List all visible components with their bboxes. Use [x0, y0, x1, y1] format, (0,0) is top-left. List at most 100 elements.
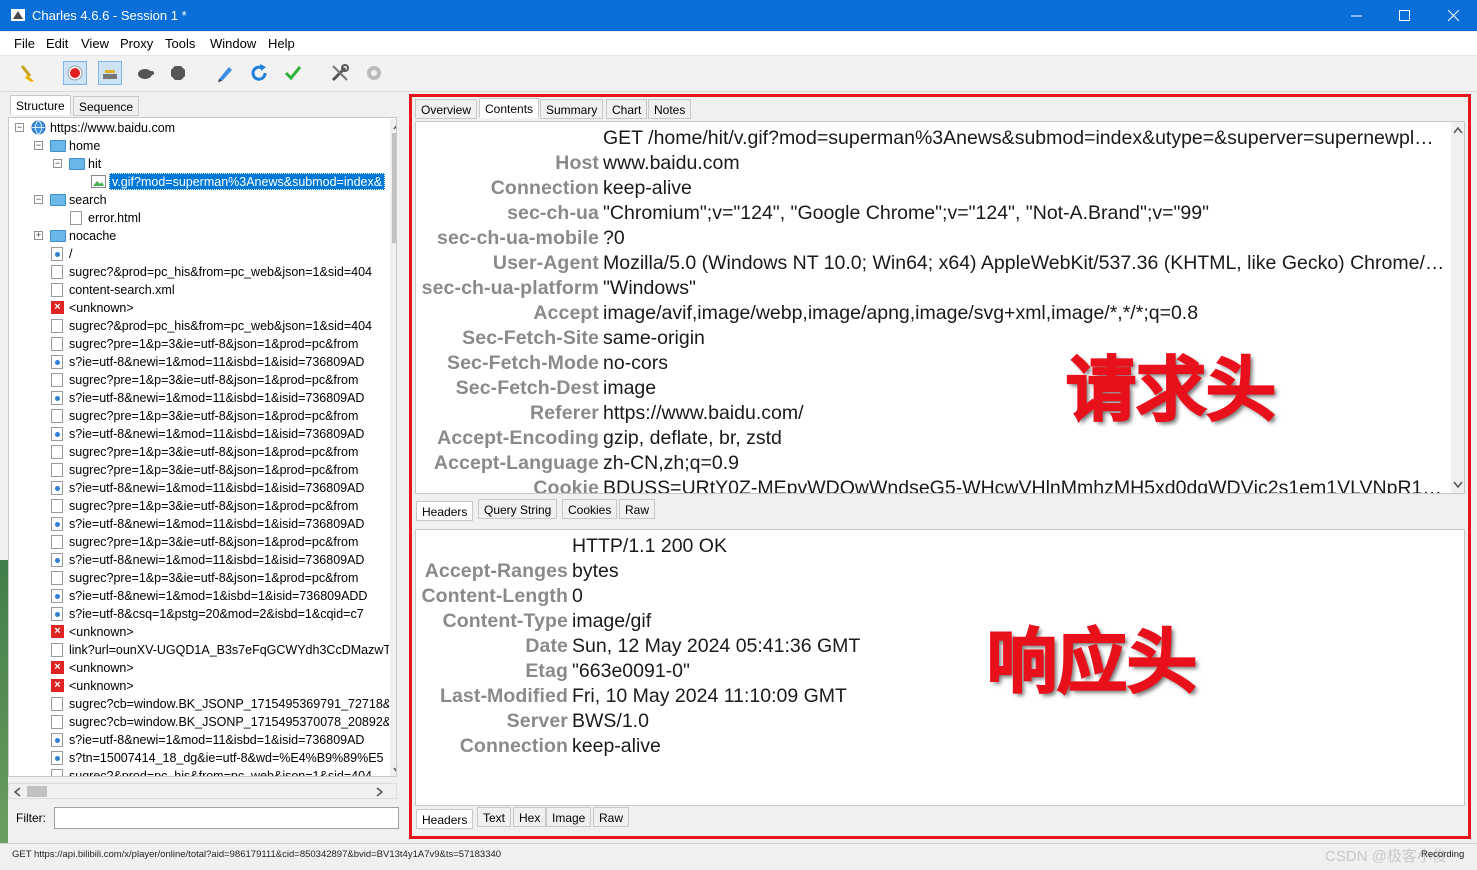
breakpoints-button[interactable]	[133, 61, 157, 85]
list-item[interactable]: sugrec?pre=1&p=3&ie=utf-8&json=1&prod=pc…	[13, 569, 389, 587]
scroll-left-icon[interactable]	[13, 787, 21, 797]
list-item[interactable]: sugrec?pre=1&p=3&ie=utf-8&json=1&prod=pc…	[13, 335, 389, 353]
tab-chart[interactable]: Chart	[606, 99, 648, 119]
menu-edit[interactable]: Edit	[46, 36, 68, 51]
throttle-button[interactable]	[98, 61, 122, 85]
list-item[interactable]: link?url=ounXV-UGQD1A_B3s7eFqGCWYdh3CcDM…	[13, 641, 389, 659]
list-item[interactable]: sugrec?pre=1&p=3&ie=utf-8&json=1&prod=pc…	[13, 407, 389, 425]
res-tab-hex[interactable]: Hex	[513, 807, 547, 827]
maximize-button[interactable]	[1380, 0, 1428, 31]
scroll-up-icon[interactable]	[1453, 126, 1463, 134]
list-item[interactable]: sugrec?&prod=pc_his&from=pc_web&json=1&s…	[13, 767, 389, 776]
list-item[interactable]: × <unknown>	[13, 659, 389, 677]
record-button[interactable]	[63, 61, 87, 85]
tree-node-search[interactable]: − search	[13, 191, 393, 209]
tab-contents[interactable]: Contents	[479, 98, 540, 118]
validate-button[interactable]	[281, 61, 305, 85]
refresh-icon	[251, 64, 267, 81]
tree-node-host[interactable]: − https://www.baidu.com	[13, 119, 393, 137]
scrollbar-thumb[interactable]	[27, 786, 47, 797]
collapse-toggle-icon[interactable]: −	[34, 195, 43, 204]
list-item[interactable]: × <unknown>	[13, 299, 389, 317]
list-item[interactable]: sugrec?cb=window.BK_JSONP_1715495369791_…	[13, 695, 389, 713]
header-row: Content-Length 0	[416, 584, 1451, 609]
list-item[interactable]: s?ie=utf-8&newi=1&mod=11&isbd=1&isid=736…	[13, 731, 389, 749]
close-button[interactable]	[1429, 0, 1477, 31]
scroll-down-icon[interactable]	[1453, 481, 1463, 489]
list-item[interactable]: /	[13, 245, 389, 263]
stop-button[interactable]	[166, 61, 190, 85]
folder-label: nocache	[69, 229, 117, 243]
list-item[interactable]: sugrec?cb=window.BK_JSONP_1715495370078_…	[13, 713, 389, 731]
res-tab-text[interactable]: Text	[477, 807, 512, 827]
clear-session-button[interactable]	[16, 61, 40, 85]
tree-node-selected[interactable]: v.gif?mod=superman%3Anews&submod=index&	[13, 173, 393, 191]
tab-structure[interactable]: Structure	[10, 95, 71, 115]
list-item[interactable]: sugrec?&prod=pc_his&from=pc_web&json=1&s…	[13, 317, 389, 335]
menu-file[interactable]: File	[14, 36, 35, 51]
list-item-label: <unknown>	[69, 625, 134, 639]
list-item[interactable]: s?ie=utf-8&newi=1&mod=11&isbd=1&isid=736…	[13, 479, 389, 497]
scrollbar-thumb[interactable]	[392, 133, 396, 243]
list-item[interactable]: × <unknown>	[13, 677, 389, 695]
tools-button[interactable]	[328, 61, 352, 85]
list-item[interactable]: s?ie=utf-8&newi=1&mod=11&isbd=1&isid=736…	[13, 515, 389, 533]
expand-toggle-icon[interactable]: +	[34, 231, 43, 240]
tab-sequence[interactable]: Sequence	[73, 96, 140, 116]
list-item[interactable]: content-search.xml	[13, 281, 389, 299]
res-tab-image[interactable]: Image	[546, 807, 592, 827]
list-item-label: s?ie=utf-8&newi=1&mod=11&isbd=1&isid=736…	[69, 427, 365, 441]
tab-notes[interactable]: Notes	[648, 99, 692, 119]
list-item[interactable]: sugrec?pre=1&p=3&ie=utf-8&json=1&prod=pc…	[13, 497, 389, 515]
res-tab-headers[interactable]: Headers	[416, 809, 474, 829]
req-tab-raw[interactable]: Raw	[619, 499, 656, 519]
repeat-button[interactable]	[247, 61, 271, 85]
list-item[interactable]: × <unknown>	[13, 623, 389, 641]
list-item[interactable]: s?tn=15007414_18_dg&ie=utf-8&wd=%E4%B9%8…	[13, 749, 389, 767]
menu-view[interactable]: View	[81, 36, 109, 51]
menu-window[interactable]: Window	[210, 36, 256, 51]
list-item[interactable]: s?ie=utf-8&newi=1&mod=11&isbd=1&isid=736…	[13, 389, 389, 407]
minimize-button[interactable]	[1332, 0, 1380, 31]
list-item-label: sugrec?&prod=pc_his&from=pc_web&json=1&s…	[69, 319, 372, 333]
menu-tools[interactable]: Tools	[165, 36, 195, 51]
res-tab-raw[interactable]: Raw	[593, 807, 630, 827]
collapse-toggle-icon[interactable]: −	[53, 159, 62, 168]
throttle-icon	[103, 70, 117, 79]
header-value: BWS/1.0	[572, 710, 649, 732]
list-item[interactable]: sugrec?&prod=pc_his&from=pc_web&json=1&s…	[13, 263, 389, 281]
tree-node-error-html[interactable]: error.html	[13, 209, 393, 227]
list-item[interactable]: s?ie=utf-8&newi=1&mod=11&isbd=1&isid=736…	[13, 425, 389, 443]
list-item[interactable]: s?ie=utf-8&csq=1&pstg=20&mod=2&isbd=1&cq…	[13, 605, 389, 623]
compose-button[interactable]	[213, 61, 237, 85]
list-item[interactable]: sugrec?pre=1&p=3&ie=utf-8&json=1&prod=pc…	[13, 533, 389, 551]
req-tab-headers[interactable]: Headers	[416, 501, 474, 521]
tab-overview[interactable]: Overview	[415, 99, 478, 119]
collapse-toggle-icon[interactable]: −	[34, 141, 43, 150]
req-tab-cookies[interactable]: Cookies	[562, 499, 618, 519]
tree-node-home[interactable]: − home	[13, 137, 393, 155]
list-item[interactable]: sugrec?pre=1&p=3&ie=utf-8&json=1&prod=pc…	[13, 443, 389, 461]
vertical-scrollbar[interactable]	[390, 119, 397, 776]
tab-summary[interactable]: Summary	[540, 99, 604, 119]
menu-help[interactable]: Help	[268, 36, 295, 51]
scroll-up-icon[interactable]	[393, 122, 397, 130]
scroll-down-icon[interactable]	[393, 767, 397, 775]
tree-node-nocache[interactable]: + nocache	[13, 227, 393, 245]
list-item[interactable]: s?ie=utf-8&newi=1&mod=1&isbd=1&isid=7368…	[13, 587, 389, 605]
scroll-right-icon[interactable]	[376, 787, 384, 797]
collapse-toggle-icon[interactable]: −	[15, 123, 24, 132]
menu-proxy[interactable]: Proxy	[120, 36, 153, 51]
list-item[interactable]: sugrec?pre=1&p=3&ie=utf-8&json=1&prod=pc…	[13, 461, 389, 479]
desktop-background	[0, 560, 8, 843]
list-item[interactable]: s?ie=utf-8&newi=1&mod=11&isbd=1&isid=736…	[13, 551, 389, 569]
list-item[interactable]: sugrec?pre=1&p=3&ie=utf-8&json=1&prod=pc…	[13, 371, 389, 389]
horizontal-scrollbar[interactable]	[8, 783, 397, 799]
request-scrollbar[interactable]	[1451, 122, 1464, 493]
tree-node-hit[interactable]: − hit	[13, 155, 393, 173]
error-icon: ×	[51, 301, 64, 314]
req-tab-query-string[interactable]: Query String	[478, 499, 558, 519]
list-item[interactable]: s?ie=utf-8&newi=1&mod=11&isbd=1&isid=736…	[13, 353, 389, 371]
settings-button[interactable]	[362, 61, 386, 85]
filter-input[interactable]	[54, 807, 399, 829]
